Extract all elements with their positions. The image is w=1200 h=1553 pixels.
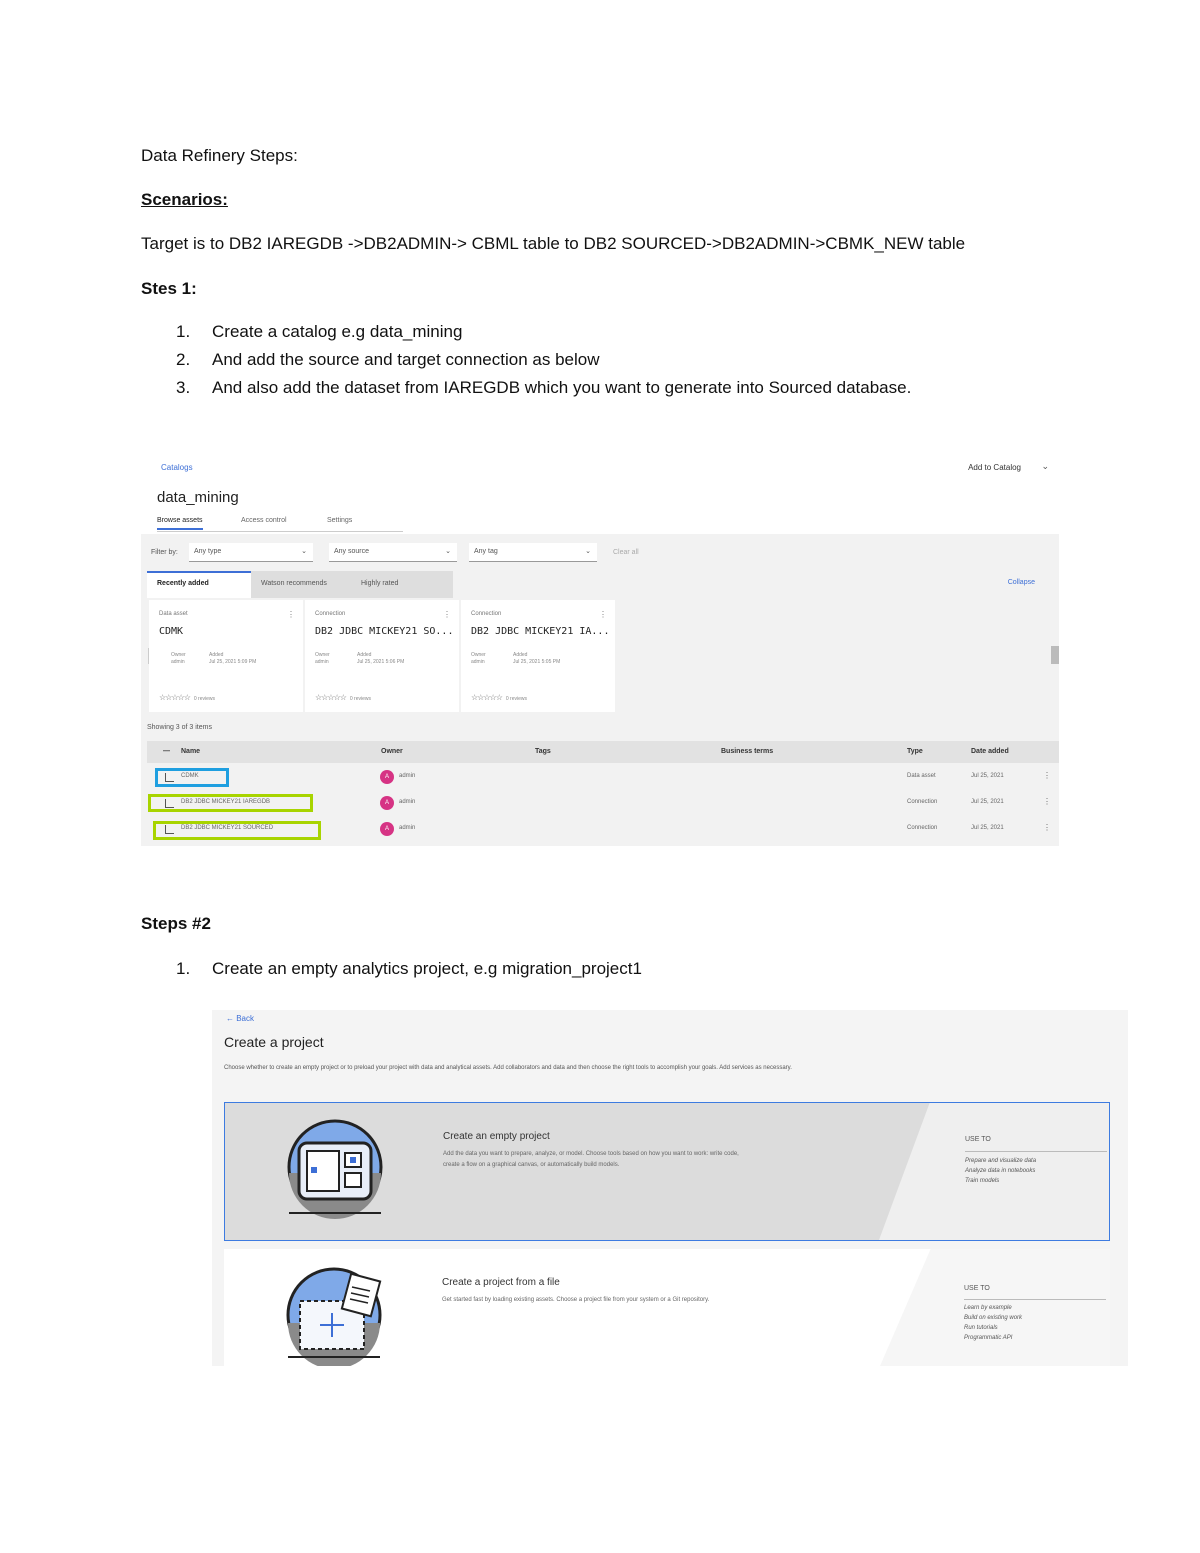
avatar: A: [380, 822, 394, 836]
tab-settings[interactable]: Settings: [327, 517, 352, 524]
overflow-menu-icon[interactable]: ⋮: [1043, 823, 1051, 832]
asset-card-name: DB2 JDBC MICKEY21 IA...: [471, 626, 610, 637]
asset-card[interactable]: Connection ⋮ DB2 JDBC MICKEY21 SO... Own…: [305, 600, 459, 712]
list-item: 1. Create an empty analytics project, e.g…: [176, 959, 642, 978]
highlight-box-green: [153, 821, 321, 840]
type-filter-select[interactable]: Any type ⌄: [189, 543, 313, 562]
tab-access-control[interactable]: Access control: [241, 517, 287, 524]
select-all-checkbox[interactable]: —: [163, 748, 170, 755]
avatar: A: [380, 770, 394, 784]
star-rating-icon: ☆☆☆☆☆ 0 reviews: [471, 693, 527, 702]
subtab-watson-recommends[interactable]: Watson recommends: [261, 580, 327, 587]
list-item: 1. Create a catalog e.g data_mining: [176, 322, 463, 341]
document-page: Data Refinery Steps: Scenarios: Target i…: [0, 0, 1200, 1553]
chevron-down-icon[interactable]: ⌄: [1041, 461, 1049, 472]
scenarios-heading: Scenarios:: [141, 190, 228, 209]
catalog-title: data_mining: [157, 489, 239, 506]
add-to-catalog-button[interactable]: Add to Catalog: [968, 463, 1021, 472]
column-business-terms[interactable]: Business terms: [721, 748, 773, 755]
use-to-label: USE TO: [965, 1136, 991, 1143]
scrollbar[interactable]: [1051, 646, 1059, 664]
list-item: 3. And also add the dataset from IAREGDB …: [176, 378, 912, 397]
use-to-label: USE TO: [964, 1285, 990, 1292]
page-description: Choose whether to create an empty projec…: [224, 1065, 792, 1071]
doc-title: Data Refinery Steps:: [141, 146, 298, 165]
highlight-box-blue: [155, 768, 229, 787]
project-from-file-option[interactable]: Create a project from a file Get started…: [224, 1249, 1110, 1366]
back-button[interactable]: ← Back: [226, 1014, 254, 1023]
step1-list: 1. Create a catalog e.g data_mining 2. And…: [141, 318, 911, 402]
empty-project-illustration-icon: [287, 1119, 383, 1219]
source-filter-select[interactable]: Any source ⌄: [329, 543, 457, 562]
star-rating-icon: ☆☆☆☆☆ 0 reviews: [315, 693, 371, 702]
column-date-added[interactable]: Date added: [971, 748, 1009, 755]
chevron-down-icon: ⌄: [585, 548, 591, 555]
items-count: Showing 3 of 3 items: [147, 724, 212, 731]
asset-card-name: CDMK: [159, 626, 184, 637]
option-description: Get started fast by loading existing ass…: [442, 1297, 710, 1303]
star-rating-icon: ☆☆☆☆☆ 0 reviews: [159, 693, 215, 702]
column-name[interactable]: Name: [181, 748, 200, 755]
list-item: 2. And add the source and target connecti…: [176, 350, 600, 369]
use-cases: Learn by example Build on existing work …: [964, 1305, 1023, 1341]
chevron-down-icon: ⌄: [301, 548, 307, 555]
step1-heading: Stes 1:: [141, 279, 197, 298]
project-from-file-illustration-icon: [286, 1267, 382, 1366]
overflow-menu-icon[interactable]: ⋮: [1043, 771, 1051, 780]
subtab-highly-rated[interactable]: Highly rated: [361, 580, 398, 587]
avatar: A: [380, 796, 394, 810]
table-header: — Name Owner Tags Business terms Type Da…: [147, 741, 1059, 763]
empty-project-option[interactable]: Create an empty project Add the data you…: [224, 1102, 1110, 1241]
catalog-screenshot: Catalogs Add to Catalog ⌄ data_mining Br…: [141, 452, 1059, 846]
asset-subtabs: Recently added Watson recommends Highly …: [147, 571, 453, 598]
clear-all-button[interactable]: Clear all: [613, 549, 639, 556]
highlight-box-green: [148, 794, 313, 812]
table-row[interactable]: CDMK A admin Data asset Jul 25, 2021 ⋮: [147, 765, 1059, 791]
create-project-screenshot: ← Back Create a project Choose whether t…: [212, 1010, 1128, 1366]
overflow-menu-icon[interactable]: ⋮: [443, 610, 451, 619]
tag-filter-select[interactable]: Any tag ⌄: [469, 543, 597, 562]
catalog-tabs: Browse assets Access control Settings: [157, 515, 403, 532]
column-tags[interactable]: Tags: [535, 748, 551, 755]
chevron-down-icon: ⌄: [445, 548, 451, 555]
subtab-recently-added[interactable]: Recently added: [157, 580, 209, 587]
overflow-menu-icon[interactable]: ⋮: [287, 610, 295, 619]
asset-card[interactable]: Connection ⋮ DB2 JDBC MICKEY21 IA... Own…: [461, 600, 615, 712]
column-owner[interactable]: Owner: [381, 748, 403, 755]
filter-label: Filter by:: [151, 549, 178, 556]
column-type[interactable]: Type: [907, 748, 923, 755]
asset-card[interactable]: Data asset ⋮ CDMK Owner admin Added Jul 25…: [149, 600, 303, 712]
page-title: Create a project: [224, 1034, 324, 1050]
option-title: Create a project from a file: [442, 1277, 560, 1288]
step2-heading: Steps #2: [141, 914, 211, 933]
collapse-button[interactable]: Collapse: [1008, 579, 1035, 586]
tab-browse-assets[interactable]: Browse assets: [157, 517, 203, 530]
option-title: Create an empty project: [443, 1131, 550, 1142]
use-cases: Prepare and visualize data Analyze data …: [965, 1158, 1037, 1184]
asset-card-name: DB2 JDBC MICKEY21 SO...: [315, 626, 454, 637]
overflow-menu-icon[interactable]: ⋮: [1043, 797, 1051, 806]
overflow-menu-icon[interactable]: ⋮: [599, 610, 607, 619]
option-description: Add the data you want to prepare, analyz…: [443, 1151, 739, 1168]
target-description: Target is to DB2 IAREGDB ->DB2ADMIN-> CB…: [141, 234, 966, 253]
step2-list: 1. Create an empty analytics project, e.g…: [141, 955, 642, 983]
breadcrumb[interactable]: Catalogs: [161, 463, 193, 472]
